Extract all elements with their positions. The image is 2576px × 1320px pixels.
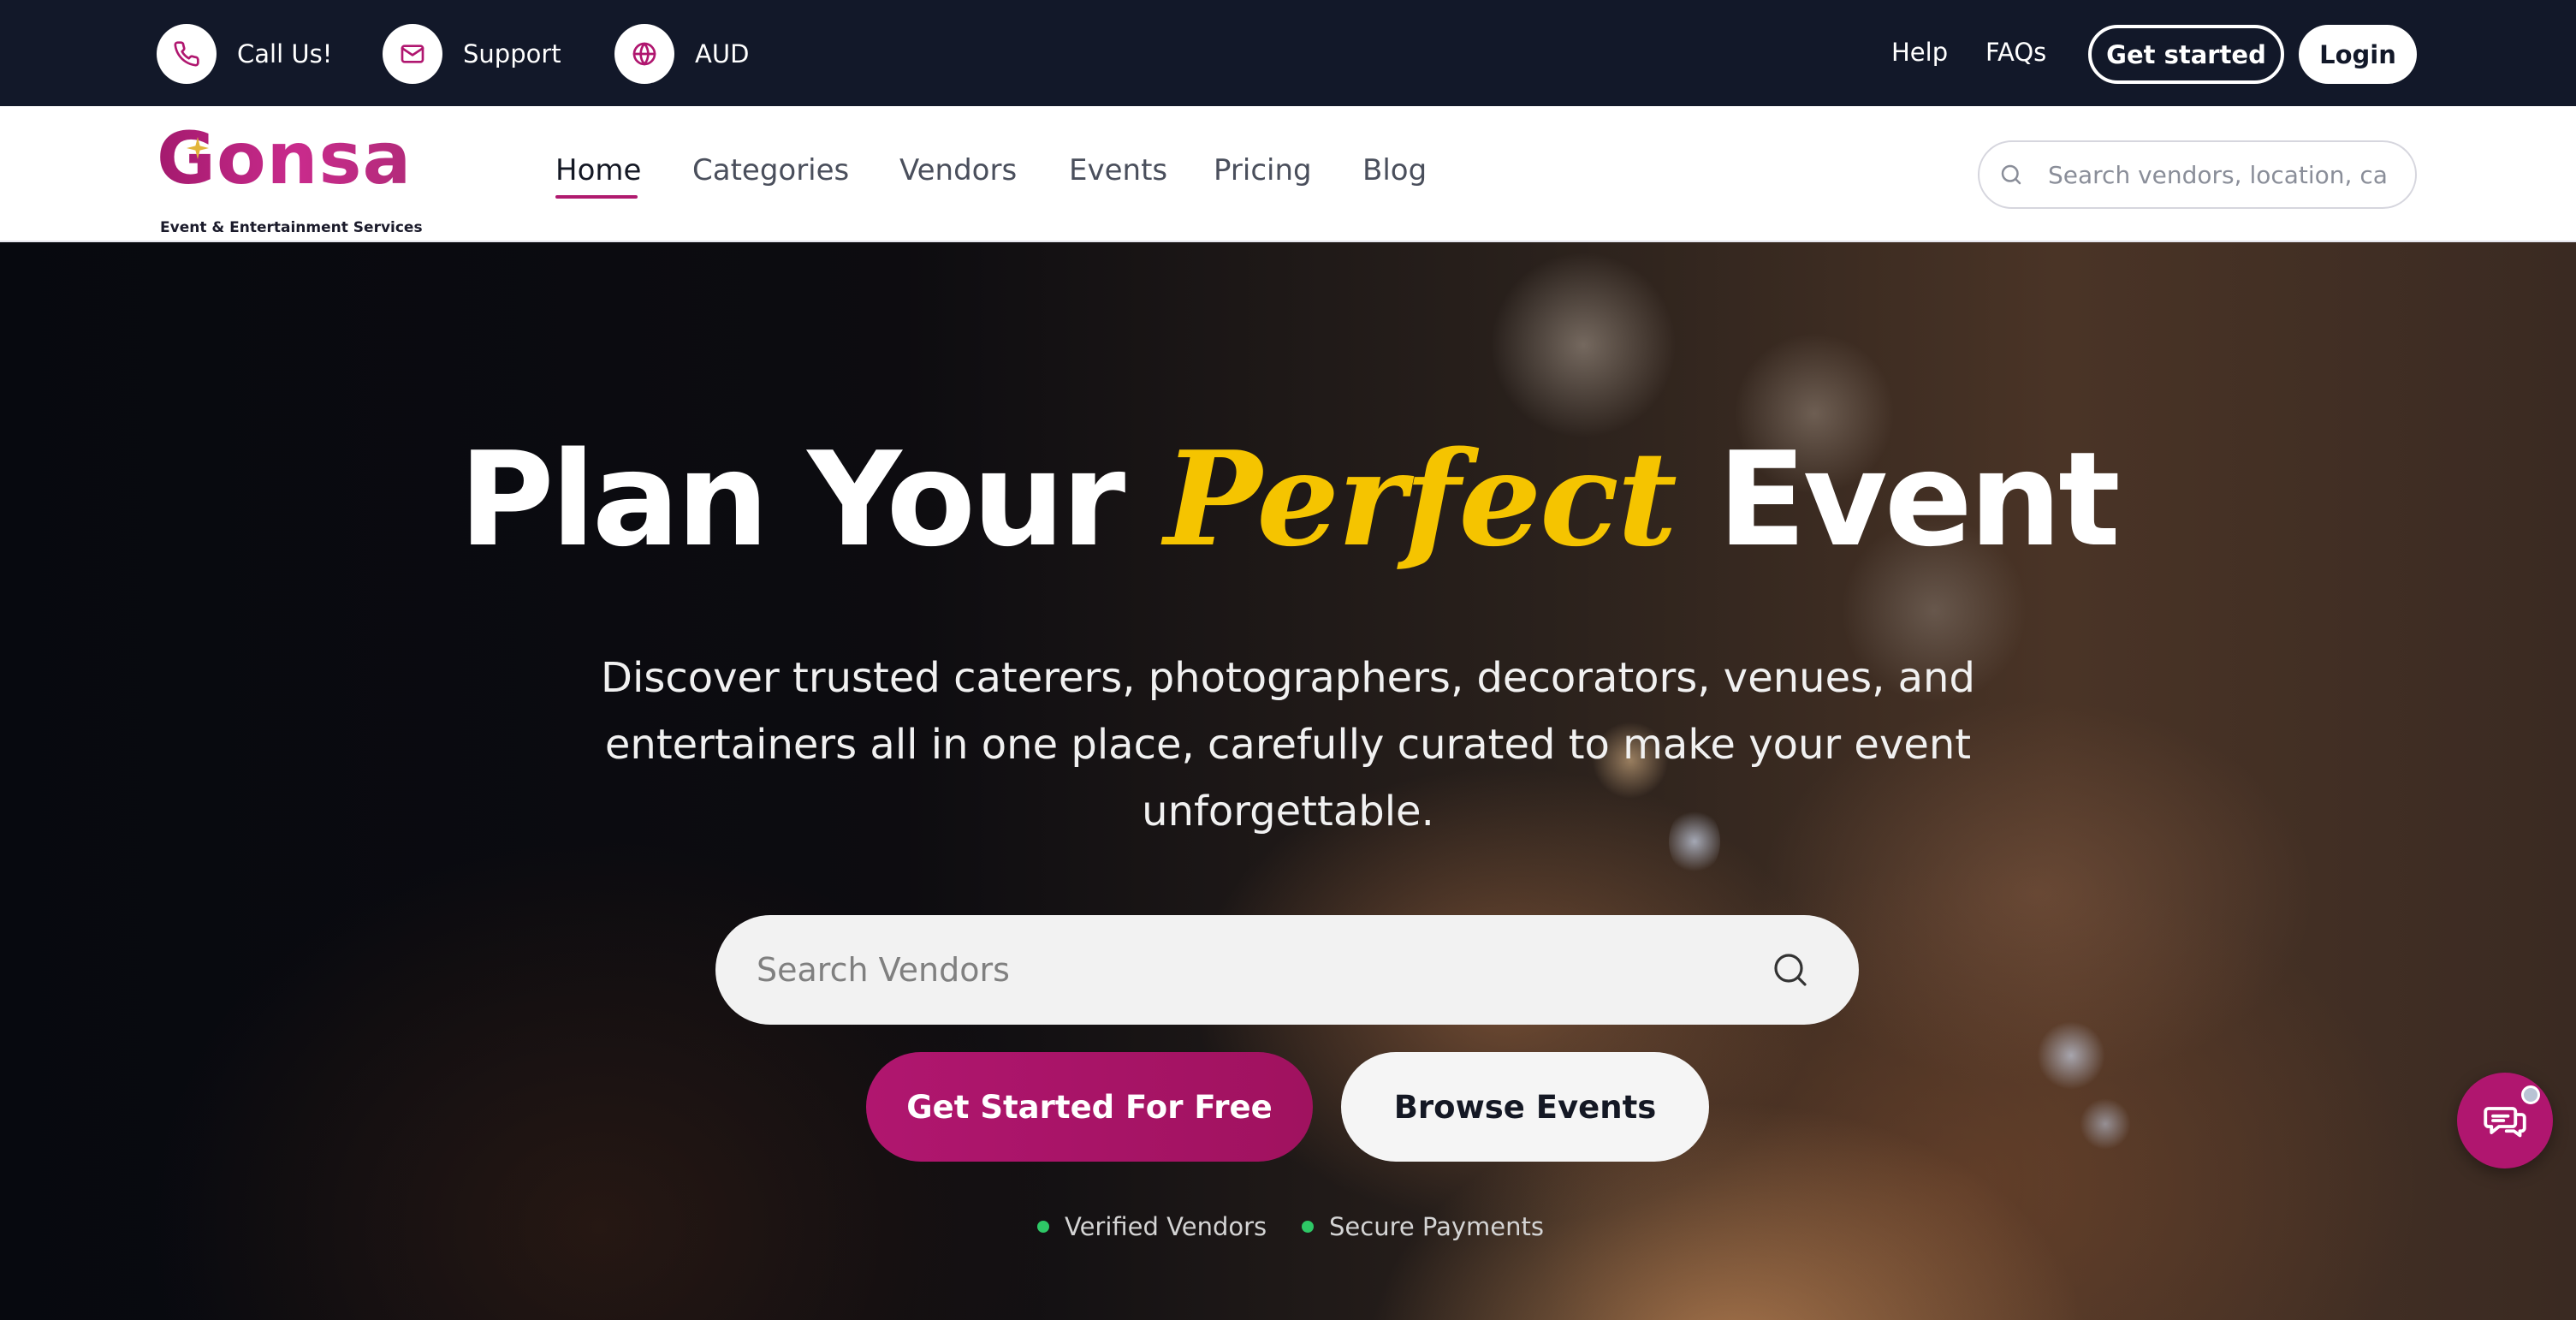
faqs-link[interactable]: FAQs (1985, 38, 2046, 67)
support-label: Support (463, 39, 561, 68)
login-button[interactable]: Login (2299, 25, 2417, 84)
nav-active-indicator (555, 195, 638, 199)
call-us-link[interactable]: Call Us! (157, 24, 332, 84)
top-utility-bar: Call Us! Support AUD Help FAQs Get start… (0, 0, 2576, 106)
nav-search-input[interactable] (2048, 160, 2390, 189)
hero-search-input[interactable] (757, 951, 1770, 989)
currency-label: AUD (695, 39, 750, 68)
hero-title-part2: Event (1717, 424, 2121, 575)
nav-vendors[interactable]: Vendors (899, 153, 1017, 187)
brand-tagline: Event & Entertainment Services (160, 219, 423, 236)
bokeh-light (2037, 1021, 2105, 1090)
trust-label: Secure Payments (1329, 1212, 1544, 1241)
chat-button[interactable] (2457, 1073, 2553, 1168)
trust-badge-verified: Verified Vendors (1037, 1210, 1267, 1244)
currency-selector[interactable]: AUD (614, 24, 749, 84)
status-dot-icon (1302, 1221, 1314, 1233)
nav-home[interactable]: Home (555, 153, 641, 187)
nav-events[interactable]: Events (1069, 153, 1167, 187)
hero-title-accent: Perfect (1164, 422, 1677, 575)
mail-icon (383, 24, 442, 84)
hero-title: Plan Your Perfect Event (0, 422, 2576, 575)
hero-title-part1: Plan Your (459, 424, 1125, 575)
support-link[interactable]: Support (383, 24, 561, 84)
nav-search-box[interactable] (1978, 140, 2417, 209)
sparkle-icon (187, 137, 209, 159)
search-icon (2001, 164, 2021, 185)
search-icon[interactable] (1770, 949, 1811, 990)
nav-categories[interactable]: Categories (692, 153, 849, 187)
help-link[interactable]: Help (1891, 38, 1948, 67)
trust-label: Verified Vendors (1065, 1212, 1267, 1241)
hero-subtitle: Discover trusted caterers, photographers… (601, 654, 1975, 835)
globe-icon (614, 24, 674, 84)
phone-icon (157, 24, 217, 84)
chat-notification-badge (2521, 1085, 2540, 1104)
get-started-free-button[interactable]: Get Started For Free (866, 1052, 1313, 1162)
nav-blog[interactable]: Blog (1362, 153, 1427, 187)
chat-icon (2484, 1107, 2526, 1138)
hero-search-box[interactable] (715, 915, 1859, 1025)
brand-logo[interactable]: Gonsa Event & Entertainment Services (157, 116, 423, 236)
nav-pricing[interactable]: Pricing (1214, 153, 1312, 187)
trust-badge-secure: Secure Payments (1302, 1210, 1544, 1244)
main-navbar: Gonsa Event & Entertainment Services Hom… (0, 106, 2576, 242)
get-started-button[interactable]: Get started (2088, 25, 2284, 84)
status-dot-icon (1037, 1221, 1049, 1233)
bokeh-light (2080, 1098, 2131, 1150)
browse-events-button[interactable]: Browse Events (1341, 1052, 1709, 1162)
hero-section: Plan Your Perfect Event Discover trusted… (0, 242, 2576, 1320)
call-us-label: Call Us! (237, 39, 333, 68)
